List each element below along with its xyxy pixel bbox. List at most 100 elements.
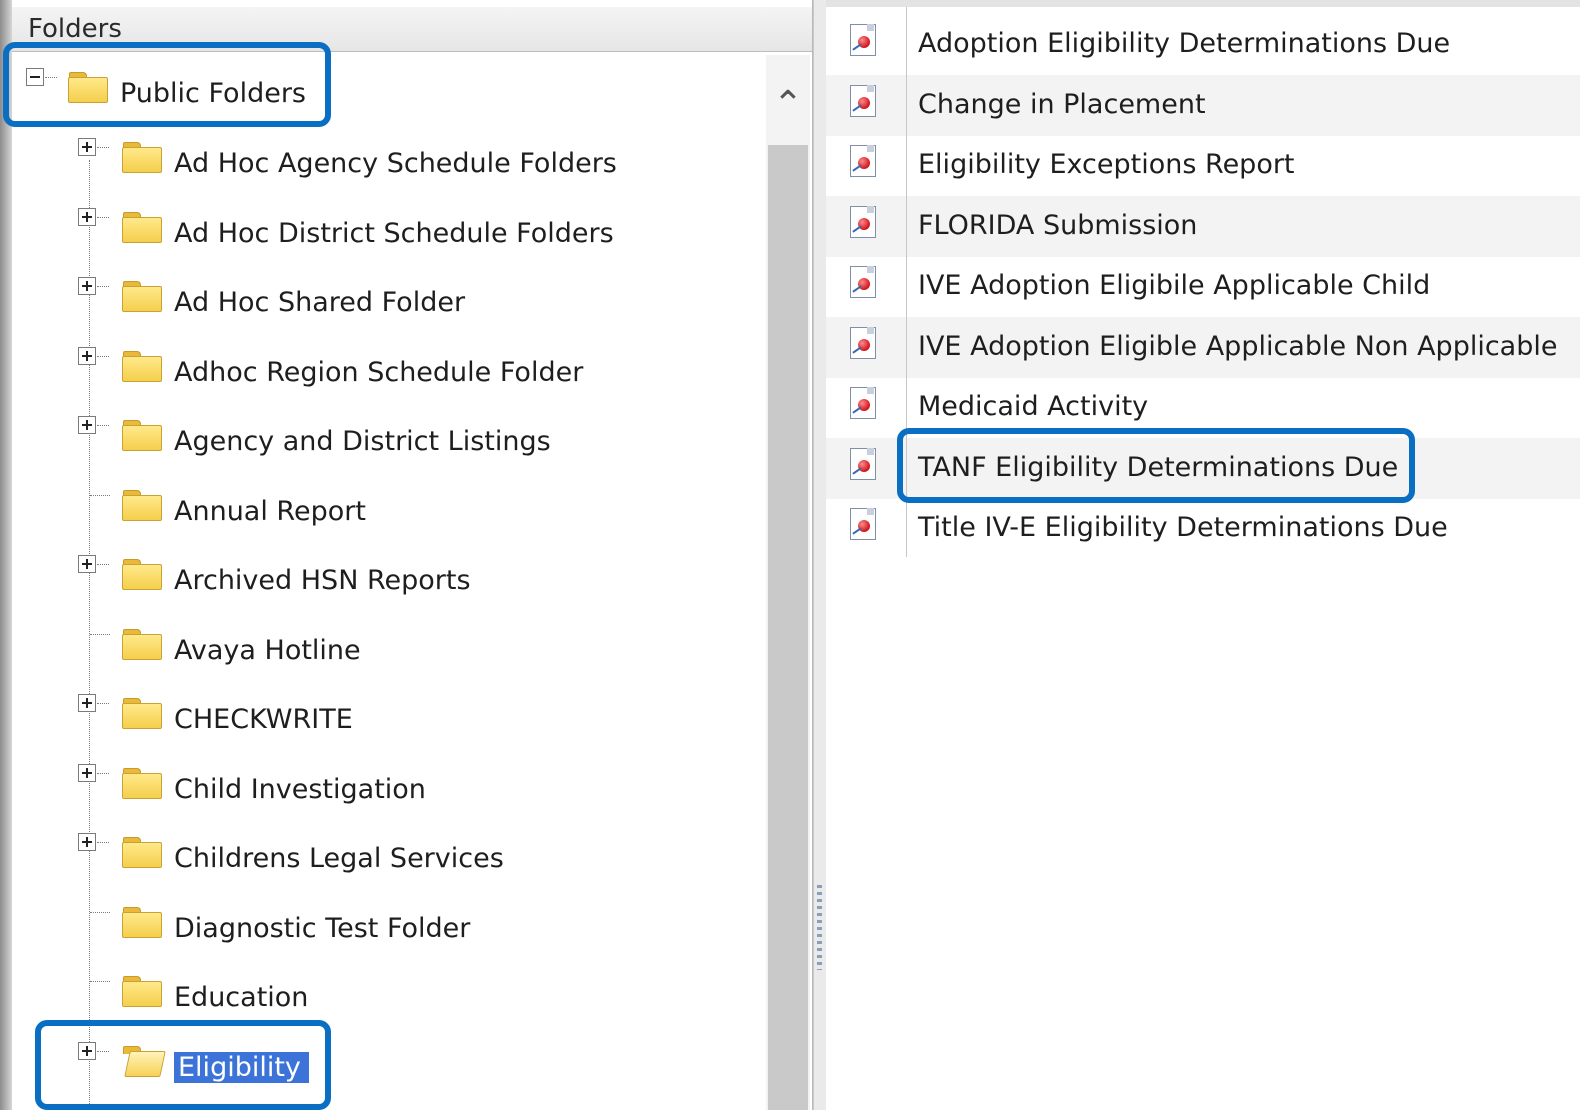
folder-icon (68, 72, 108, 103)
tree-item-label: Ad Hoc Agency Schedule Folders (174, 148, 617, 179)
tree-connector (97, 842, 109, 843)
expand-icon[interactable] (78, 138, 96, 156)
tree-item-label: Child Investigation (174, 773, 426, 805)
collapse-icon[interactable] (26, 68, 44, 86)
tree-item[interactable]: Diagnostic Test Folder (78, 903, 678, 959)
tree-item-label: Avaya Hotline (174, 634, 361, 666)
report-row[interactable]: FLORIDA Submission (826, 195, 1580, 257)
tree-item-label: Diagnostic Test Folder (174, 912, 471, 944)
tree-item-label: CHECKWRITE (174, 704, 353, 735)
folders-scrollbar[interactable]: ⌃ (766, 55, 810, 1110)
tree-connector (97, 216, 109, 218)
report-row[interactable]: Adoption Eligibility Determinations Due (826, 14, 1580, 75)
tree-connector (97, 425, 109, 426)
tree-item[interactable]: Childrens Legal Services (78, 833, 678, 889)
tree-item-label: Childrens Legal Services (174, 843, 504, 874)
tree-item[interactable]: Agency and District Listings (78, 416, 678, 472)
tree-item[interactable]: Eligibility (78, 1041, 678, 1098)
folder-icon (122, 350, 162, 382)
tree-connector (97, 147, 109, 148)
folder-icon (122, 767, 162, 799)
tree-item-label: Education (174, 982, 309, 1013)
report-icon (846, 447, 876, 484)
report-icon (846, 24, 876, 60)
report-label: Change in Placement (918, 88, 1206, 120)
folder-icon (122, 211, 162, 243)
scrollbar-thumb[interactable] (768, 145, 808, 1110)
folder-icon (122, 906, 162, 938)
report-row[interactable]: TANF Eligibility Determinations Due (826, 437, 1580, 499)
report-row[interactable]: Title IV-E Eligibility Determinations Du… (826, 498, 1580, 559)
tree-item[interactable]: CHECKWRITE (78, 694, 678, 750)
report-label: TANF Eligibility Determinations Due (918, 451, 1399, 483)
expand-icon[interactable] (78, 207, 96, 226)
folders-header-label: Folders (28, 14, 122, 44)
icon-column-divider (906, 7, 907, 557)
report-icon (846, 84, 876, 121)
report-label: Eligibility Exceptions Report (918, 149, 1295, 180)
tree-item[interactable]: Child Investigation (78, 763, 678, 820)
report-icon (846, 266, 876, 302)
tree-connector (90, 494, 110, 496)
folder-icon (122, 837, 162, 868)
tree-connector (97, 355, 109, 357)
folder-icon (122, 281, 162, 312)
report-label: Medicaid Activity (918, 391, 1149, 422)
report-icon (846, 145, 876, 181)
tree-item[interactable]: Adhoc Region Schedule Folder (78, 346, 678, 403)
report-icon (846, 205, 876, 242)
tree-item[interactable]: Annual Report (78, 486, 678, 542)
report-icon (846, 508, 876, 544)
tree-connector (90, 981, 110, 982)
tree-item-label: Archived HSN Reports (174, 565, 471, 596)
expand-icon[interactable] (78, 346, 96, 365)
report-label: Adoption Eligibility Determinations Due (918, 28, 1451, 59)
folder-icon (122, 420, 162, 451)
pane-splitter[interactable] (813, 0, 826, 1110)
expand-icon[interactable] (78, 555, 96, 573)
open-folder-icon (122, 1045, 166, 1077)
report-label: Title IV-E Eligibility Determinations Du… (918, 512, 1448, 543)
tree-item-label: Ad Hoc District Schedule Folders (174, 217, 614, 249)
tree-item[interactable]: Ad Hoc Agency Schedule Folders (78, 138, 678, 194)
tree-root-label: Public Folders (120, 78, 306, 109)
report-label: IVE Adoption Eligibile Applicable Child (918, 270, 1431, 301)
expand-icon[interactable] (78, 277, 96, 295)
report-icon (846, 387, 876, 423)
report-label: FLORIDA Submission (918, 209, 1198, 241)
tree-item[interactable]: Archived HSN Reports (78, 555, 678, 611)
folders-header: Folders (12, 7, 812, 52)
tree-item[interactable]: Ad Hoc Shared Folder (78, 277, 678, 333)
expand-icon[interactable] (78, 416, 96, 434)
folder-icon (122, 976, 162, 1007)
splitter-grip-icon[interactable] (817, 885, 822, 970)
folder-icon (122, 559, 162, 590)
report-row[interactable]: Eligibility Exceptions Report (826, 135, 1580, 196)
tree-connector (97, 564, 109, 565)
tree-root-public-folders[interactable]: Public Folders (26, 68, 326, 124)
report-row[interactable]: IVE Adoption Eligibile Applicable Child (826, 256, 1580, 317)
expand-icon[interactable] (78, 833, 96, 851)
chevron-up-icon[interactable]: ⌃ (766, 85, 810, 125)
tree-item-label: Annual Report (174, 495, 366, 527)
report-label: IVE Adoption Eligible Applicable Non App… (918, 330, 1558, 362)
report-row[interactable]: Medicaid Activity (826, 377, 1580, 438)
tree-item[interactable]: Avaya Hotline (78, 625, 678, 681)
reports-pane: Adoption Eligibility Determinations Due C… (826, 7, 1580, 1110)
expand-icon[interactable] (78, 1041, 96, 1060)
tree-connector (97, 286, 109, 287)
tree-connector (90, 911, 110, 913)
folder-icon (122, 628, 162, 660)
tree-connector (90, 633, 110, 635)
report-icon (846, 326, 876, 363)
report-row[interactable]: IVE Adoption Eligible Applicable Non App… (826, 316, 1580, 378)
folder-icon (122, 698, 162, 729)
expand-icon[interactable] (78, 694, 96, 712)
tree-item-label: Agency and District Listings (174, 426, 551, 457)
expand-icon[interactable] (78, 763, 96, 782)
report-row[interactable]: Change in Placement (826, 74, 1580, 136)
tree-item[interactable]: Education (78, 972, 678, 1028)
tree-connector (97, 1050, 109, 1052)
pane-left-border (0, 0, 12, 1110)
tree-item[interactable]: Ad Hoc District Schedule Folders (78, 207, 678, 264)
